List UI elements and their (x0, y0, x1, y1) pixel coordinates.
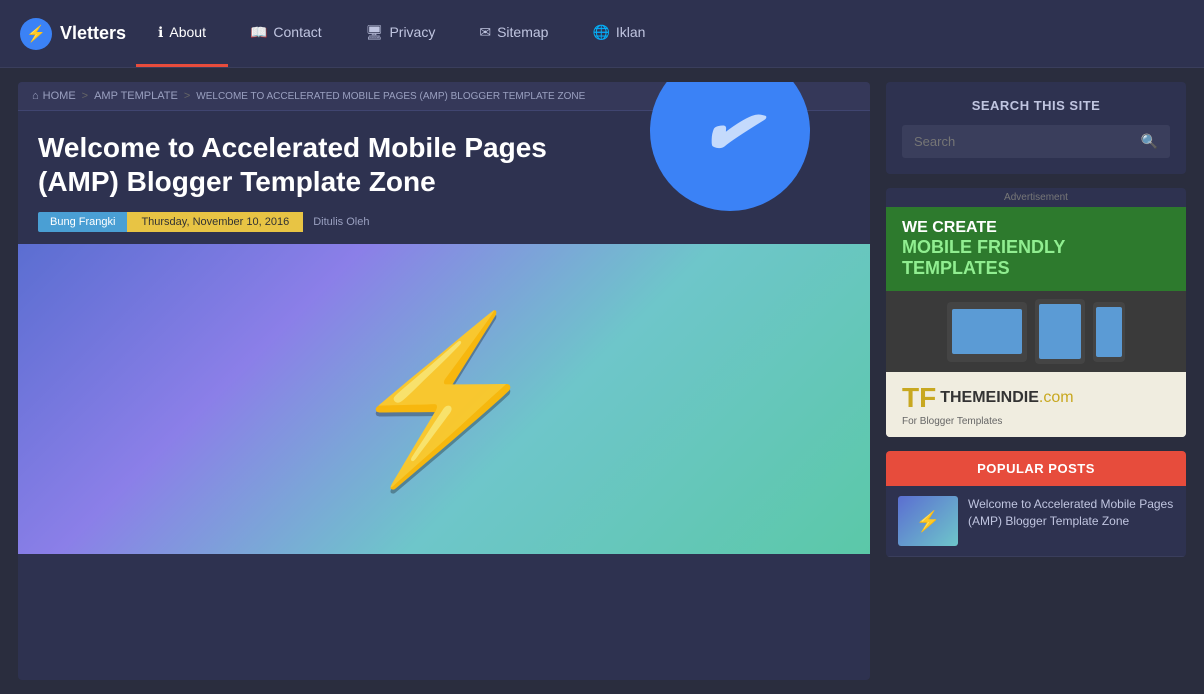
search-box: SEARCH THIS SITE 🔍 (886, 82, 1186, 174)
post-header: ✔ Welcome to Accelerated Mobile Pages (A… (18, 111, 870, 244)
breadcrumb-section: AMP TEMPLATE (94, 90, 178, 102)
ad-label: Advertisement (886, 188, 1186, 207)
nav-item-about[interactable]: ℹ About (136, 0, 228, 67)
breadcrumb-home: HOME (43, 90, 76, 102)
post-meta: Bung Frangki Thursday, November 10, 2016… (38, 212, 850, 232)
date-tag: Thursday, November 10, 2016 (127, 212, 303, 232)
book-icon: 📖 (250, 24, 267, 41)
sidebar: SEARCH THIS SITE 🔍 Advertisement WE CREA… (886, 82, 1186, 680)
brand-icon: ⚡ (20, 18, 52, 50)
popular-posts-header: POPULAR POSTS (886, 451, 1186, 486)
post-title: Welcome to Accelerated Mobile Pages (AMP… (38, 131, 618, 198)
lightning-icon: ⚡ (344, 319, 543, 479)
author-tag: Bung Frangki (38, 212, 127, 232)
ad-text1: WE CREATE (902, 219, 1170, 237)
search-button[interactable]: 🔍 (1129, 125, 1170, 158)
breadcrumb-current: WELCOME TO ACCELERATED MOBILE PAGES (AMP… (196, 91, 585, 102)
theme-logo: TF THEMEINDIE.com (902, 382, 1170, 414)
ad-top: WE CREATE MOBILE FRIENDLY TEMPLATES (886, 207, 1186, 291)
search-input[interactable] (902, 126, 1129, 157)
nav-item-sitemap[interactable]: ✉ Sitemap (457, 0, 570, 67)
popular-post-text: Welcome to Accelerated Mobile Pages (AMP… (968, 496, 1174, 546)
brand-name: Vletters (60, 23, 126, 44)
ad-bottom: TF THEMEINDIE.com For Blogger Templates (886, 372, 1186, 437)
search-title: SEARCH THIS SITE (902, 98, 1170, 113)
globe-icon: 🌐 (592, 24, 609, 41)
mail-icon: ✉ (479, 24, 491, 41)
content-area: ⌂ HOME > AMP TEMPLATE > WELCOME TO ACCEL… (18, 82, 870, 680)
search-input-wrap: 🔍 (902, 125, 1170, 158)
theme-tld: .com (1039, 389, 1074, 406)
breadcrumb-sep2: > (184, 90, 190, 102)
ditulis-label: Ditulis Oleh (313, 216, 369, 228)
device-tablet (1035, 299, 1085, 364)
home-icon: ⌂ (32, 90, 39, 102)
monitor-icon: 🖥 (366, 24, 384, 41)
nav-item-contact[interactable]: 📖 Contact (228, 0, 344, 67)
hero-image: ⚡ (18, 244, 870, 554)
nav-item-iklan[interactable]: 🌐 Iklan (570, 0, 667, 67)
nav-label-iklan: Iklan (616, 24, 646, 40)
main-container: ⌂ HOME > AMP TEMPLATE > WELCOME TO ACCEL… (0, 68, 1204, 694)
nav-label-sitemap: Sitemap (497, 24, 548, 40)
theme-sub: For Blogger Templates (902, 416, 1170, 427)
circle-logo-overlay: ✔ (650, 82, 810, 211)
nav-label-privacy: Privacy (389, 24, 435, 40)
device-desktop (947, 302, 1027, 362)
nav-label-contact: Contact (273, 24, 321, 40)
nav-label-about: About (169, 24, 206, 40)
theme-t-letter: TF (902, 382, 936, 414)
ad-text2: MOBILE FRIENDLY TEMPLATES (902, 237, 1170, 279)
popular-posts-box: POPULAR POSTS ⚡ Welcome to Accelerated M… (886, 451, 1186, 557)
nav-item-privacy[interactable]: 🖥 Privacy (344, 0, 458, 67)
theme-name: THEMEINDIE (940, 389, 1039, 406)
popular-post-item[interactable]: ⚡ Welcome to Accelerated Mobile Pages (A… (886, 486, 1186, 557)
nav-items: ℹ About 📖 Contact 🖥 Privacy ✉ Sitemap 🌐 … (136, 0, 1184, 67)
navbar: ⚡ Vletters ℹ About 📖 Contact 🖥 Privacy ✉… (0, 0, 1204, 68)
ad-middle (886, 291, 1186, 372)
ad-banner: WE CREATE MOBILE FRIENDLY TEMPLATES (886, 207, 1186, 437)
brand-logo[interactable]: ⚡ Vletters (20, 18, 126, 50)
device-phone (1093, 302, 1125, 362)
breadcrumb-sep1: > (82, 90, 88, 102)
info-icon: ℹ (158, 24, 163, 41)
advertisement-box: Advertisement WE CREATE MOBILE FRIENDLY … (886, 188, 1186, 437)
popular-thumb: ⚡ (898, 496, 958, 546)
